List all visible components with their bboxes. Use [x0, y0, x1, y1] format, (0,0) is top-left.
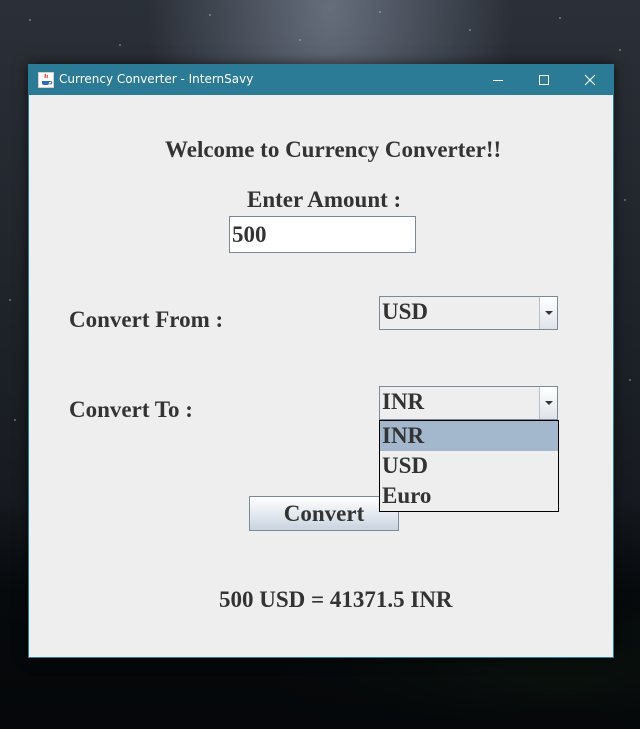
convert-from-label: Convert From : [69, 307, 224, 332]
close-icon [584, 74, 596, 86]
conversion-result: 500 USD = 41371.5 INR [219, 587, 453, 612]
option-usd[interactable]: USD [380, 451, 558, 481]
option-euro[interactable]: Euro [380, 481, 558, 511]
convert-to-label: Convert To : [69, 397, 193, 422]
convert-to-value: INR [382, 389, 425, 414]
convert-to-select[interactable]: INR [379, 386, 558, 420]
currency-converter-window: Currency Converter - InternSavy Welcome … [28, 64, 614, 658]
close-button[interactable] [567, 65, 613, 95]
minimize-icon [493, 80, 503, 81]
convert-from-dropdown-button[interactable] [539, 297, 557, 329]
minimize-button[interactable] [475, 65, 521, 95]
convert-from-select[interactable]: USD [379, 296, 558, 330]
chevron-down-icon [544, 311, 553, 315]
amount-input[interactable] [229, 216, 416, 253]
amount-label: Enter Amount : [247, 187, 402, 212]
option-inr[interactable]: INR [380, 421, 558, 451]
maximize-button[interactable] [521, 65, 567, 95]
convert-to-options-list: INR USD Euro [379, 420, 559, 512]
maximize-icon [539, 75, 549, 85]
title-bar[interactable]: Currency Converter - InternSavy [29, 65, 613, 95]
convert-from-value: USD [382, 299, 429, 324]
convert-button[interactable]: Convert [249, 496, 399, 531]
window-title: Currency Converter - InternSavy [59, 72, 254, 86]
chevron-down-icon [544, 401, 553, 405]
java-app-icon [38, 72, 54, 88]
welcome-heading: Welcome to Currency Converter!! [165, 137, 502, 162]
convert-to-dropdown-button[interactable] [539, 387, 557, 419]
